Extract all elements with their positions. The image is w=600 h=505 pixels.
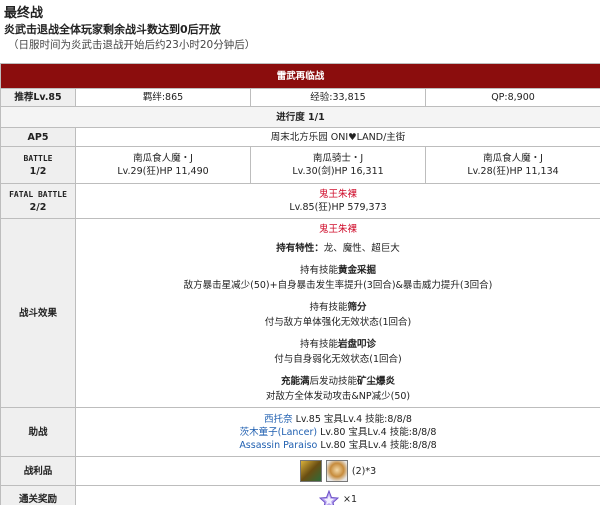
- reward-count: ×1: [343, 494, 358, 505]
- skill1-name: 黄金采掘: [338, 264, 377, 276]
- skill1-prefix: 持有技能: [299, 264, 338, 276]
- effect-boss-name[interactable]: 鬼王朱裸: [78, 222, 598, 238]
- boss-stats: Lv.85(狂)HP 579,373: [289, 202, 387, 213]
- quest-page: 最终战 炎武击退战全体玩家剩余战斗数达到0后开放 （日服时间为炎武击退战开始后约…: [0, 0, 600, 505]
- fatal-label-count: 2/2: [29, 202, 47, 213]
- support-label: 助战: [0, 407, 76, 457]
- support-row: 茨木童子(Lancer) Lv.80 宝具Lv.4 技能:8/8/8: [78, 426, 598, 439]
- event-item-icon[interactable]: [325, 460, 348, 482]
- traits-list: 龙、魔性、超巨大: [323, 243, 400, 254]
- skill1-desc: 敌方暴击星减少(50)+自身暴击发生率提升(3回合)&暴击威力提升(3回合): [183, 280, 493, 291]
- drops-label: 战利品: [0, 456, 76, 486]
- quest-location: 周末北方乐园 ONI♥LAND/主街: [74, 127, 600, 147]
- support-detail: Lv.85 宝具Lv.4 技能:8/8/8: [292, 413, 412, 425]
- skill2-desc: 付与敌方单体强化无效状态(1回合): [264, 317, 412, 328]
- saint-quartz-icon[interactable]: [318, 489, 340, 505]
- skill3-prefix: 持有技能: [299, 338, 338, 350]
- enemy-name: 南瓜食人魔・J: [483, 153, 543, 164]
- quest-table: 雷武再临战 推荐Lv.85 羁绊:865 经验:33,815 QP:8,900 …: [0, 63, 600, 505]
- drops-count: (2)*3: [351, 465, 377, 477]
- enemy-stats: Lv.29(狂)HP 11,490: [117, 166, 209, 177]
- exp-value: 经验:33,815: [250, 88, 426, 107]
- bond-value: 羁绊:865: [75, 88, 251, 107]
- skill2-title: 持有技能筛分: [78, 300, 598, 316]
- boss-cell: 鬼王朱裸 Lv.85(狂)HP 579,373: [74, 183, 600, 219]
- np-prefix: 充能满: [280, 375, 310, 387]
- battle-label-count: 1/2: [29, 166, 47, 177]
- quest-name: 雷武再临战: [0, 63, 600, 89]
- craft-essence-icon[interactable]: [299, 460, 322, 482]
- enemy-name: 南瓜骑士・J: [312, 153, 364, 164]
- battle-label: BATTLE 1/2: [0, 146, 76, 184]
- reward-label: 通关奖励: [0, 485, 76, 505]
- np-mid: 后发动技能: [309, 375, 358, 387]
- battle-effects: 鬼王朱裸 持有特性：龙、魔性、超巨大 持有技能黄金采掘 敌方暴击星减少(50)+…: [74, 218, 600, 408]
- support-detail: Lv.80 宝具Lv.4 技能:8/8/8: [317, 439, 437, 451]
- traits-prefix: 持有特性：: [276, 243, 324, 254]
- skill3-name: 岩盘叩诊: [338, 338, 377, 350]
- boss-name[interactable]: 鬼王朱裸: [78, 188, 598, 201]
- skill2-name: 筛分: [347, 301, 367, 313]
- enemy-cell: 南瓜食人魔・J Lv.29(狂)HP 11,490: [75, 146, 251, 184]
- support-row: Assassin Paraiso Lv.80 宝具Lv.4 技能:8/8/8: [78, 439, 598, 452]
- recommend-level: 推荐Lv.85: [0, 88, 76, 107]
- qp-value: QP:8,900: [424, 88, 600, 107]
- skill3-title: 持有技能岩盘叩诊: [78, 337, 598, 353]
- open-condition: 炎武击退战全体玩家剩余战斗数达到0后开放: [4, 23, 221, 36]
- enemy-cell: 南瓜食人魔・J Lv.28(狂)HP 11,134: [424, 146, 600, 184]
- reward-cell: ×1: [74, 485, 600, 505]
- support-servant-link[interactable]: 茨木童子(Lancer): [240, 427, 318, 438]
- drops-cell: (2)*3: [74, 456, 600, 486]
- enemy-stats: Lv.28(狂)HP 11,134: [467, 166, 559, 177]
- page-title: 最终战: [4, 6, 44, 21]
- support-servant-link[interactable]: 西托奈: [264, 414, 293, 425]
- time-note: （日服时间为炎武击退战开始后约23小时20分钟后）: [8, 39, 256, 51]
- ap-cost: AP5: [0, 127, 76, 147]
- fatal-battle-label: FATAL BATTLE 2/2: [0, 183, 76, 219]
- enemy-stats: Lv.30(剑)HP 16,311: [292, 166, 384, 177]
- enemy-cell: 南瓜骑士・J Lv.30(剑)HP 16,311: [250, 146, 426, 184]
- effect-traits: 持有特性：龙、魔性、超巨大: [78, 241, 598, 257]
- progress: 进行度 1/1: [0, 106, 600, 128]
- battle-label-top: BATTLE: [23, 154, 53, 163]
- support-row: 西托奈 Lv.85 宝具Lv.4 技能:8/8/8: [78, 413, 598, 426]
- skill3-desc: 付与自身弱化无效状态(1回合): [274, 354, 402, 365]
- skill2-prefix: 持有技能: [309, 301, 348, 313]
- enemy-name: 南瓜食人魔・J: [133, 153, 193, 164]
- fatal-label-top: FATAL BATTLE: [9, 190, 67, 199]
- support-list: 西托奈 Lv.85 宝具Lv.4 技能:8/8/8 茨木童子(Lancer) L…: [74, 407, 600, 457]
- np-name: 矿尘爆炎: [357, 375, 396, 387]
- np-desc: 对敌方全体发动攻击&NP减少(50): [265, 391, 411, 402]
- support-detail: Lv.80 宝具Lv.4 技能:8/8/8: [317, 426, 437, 438]
- support-servant-link[interactable]: Assassin Paraiso: [239, 440, 317, 451]
- np-title: 充能满后发动技能矿尘爆炎: [78, 374, 598, 390]
- effect-label: 战斗效果: [0, 218, 76, 408]
- skill1-title: 持有技能黄金采掘: [78, 263, 598, 279]
